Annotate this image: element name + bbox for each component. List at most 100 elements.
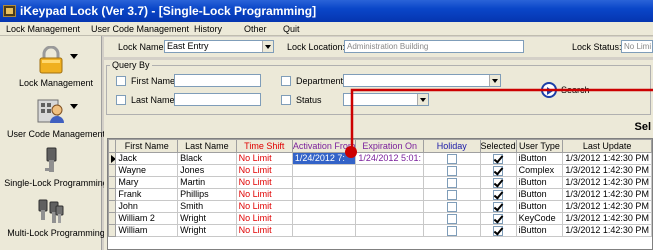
menu-other[interactable]: Other [244, 22, 267, 36]
cell-activation-from[interactable] [291, 164, 357, 177]
cell-last-update[interactable]: 1/3/2012 1:42:30 PM [562, 188, 652, 201]
cell-user-type[interactable]: iButton [515, 152, 564, 165]
column-header-last-update[interactable]: Last Update [562, 139, 652, 153]
sidebar-item-lock-management[interactable]: Lock Management [0, 42, 102, 92]
holiday-checkbox[interactable] [446, 201, 457, 212]
chevron-down-icon[interactable] [417, 94, 428, 105]
cell-expiration-on[interactable] [355, 164, 424, 177]
chevron-down-icon[interactable] [262, 41, 273, 52]
column-header-time-shift[interactable]: Time Shift [235, 139, 293, 153]
cell-holiday[interactable] [422, 200, 481, 213]
cell-time-shift[interactable]: No Limit [235, 188, 293, 201]
first-name-checkbox[interactable] [116, 76, 126, 86]
cell-holiday[interactable] [422, 152, 481, 165]
menu-history[interactable]: History [194, 22, 222, 36]
row-header[interactable] [108, 224, 117, 237]
cell-activation-from[interactable] [291, 224, 357, 237]
cell-user-type[interactable]: iButton [515, 188, 564, 201]
cell-last-name[interactable]: Wright [177, 212, 237, 225]
search-button[interactable]: Search [541, 82, 601, 100]
table-row[interactable]: Wayne Jones No Limit Complex 1/3/2012 1:42:3… [108, 164, 652, 177]
cell-first-name[interactable]: William 2 [115, 212, 179, 225]
cell-selected[interactable] [479, 152, 517, 165]
row-header[interactable] [108, 188, 117, 201]
table-row[interactable]: Frank Phillips No Limit iButton 1/3/2012 1:4… [108, 188, 652, 201]
cell-user-type[interactable]: iButton [515, 200, 564, 213]
cell-expiration-on[interactable] [355, 188, 424, 201]
row-header[interactable] [108, 164, 117, 177]
cell-time-shift[interactable]: No Limit [235, 200, 293, 213]
column-header-selected[interactable]: Selected [479, 139, 517, 153]
cell-user-type[interactable]: KeyCode [515, 212, 564, 225]
row-header[interactable] [108, 200, 117, 213]
cell-holiday[interactable] [422, 212, 481, 225]
cell-first-name[interactable]: Mary [115, 176, 179, 189]
selected-checkbox[interactable] [493, 225, 504, 236]
menu-quit[interactable]: Quit [283, 22, 300, 36]
selected-checkbox[interactable] [493, 201, 504, 212]
cell-selected[interactable] [479, 224, 517, 237]
table-row[interactable]: William 2 Wright No Limit KeyCode 1/3/2012 1… [108, 212, 652, 225]
cell-expiration-on[interactable] [355, 212, 424, 225]
cell-last-update[interactable]: 1/3/2012 1:42:30 PM [562, 152, 652, 165]
column-header-first-name[interactable]: First Name [115, 139, 179, 153]
column-header-last-name[interactable]: Last Name [177, 139, 237, 153]
lock-status-field[interactable]: No Limi [621, 40, 653, 53]
cell-activation-from[interactable] [291, 200, 357, 213]
cell-expiration-on[interactable]: 1/24/2012 5:01: [355, 152, 424, 165]
holiday-checkbox[interactable] [446, 225, 457, 236]
cell-time-shift[interactable]: No Limit [235, 224, 293, 237]
chevron-down-icon[interactable] [489, 75, 500, 86]
cell-last-name[interactable]: Black [177, 152, 237, 165]
table-row[interactable]: William Wright No Limit iButton 1/3/2012 1:4… [108, 224, 652, 237]
cell-expiration-on[interactable] [355, 224, 424, 237]
status-checkbox[interactable] [281, 95, 291, 105]
cell-first-name[interactable]: John [115, 200, 179, 213]
selected-checkbox[interactable] [493, 177, 504, 188]
column-header-user-type[interactable]: User Type [515, 139, 564, 153]
cell-last-update[interactable]: 1/3/2012 1:42:30 PM [562, 224, 652, 237]
cell-holiday[interactable] [422, 176, 481, 189]
column-header-expiration-on[interactable]: Expiration On [355, 139, 424, 153]
cell-last-update[interactable]: 1/3/2012 1:42:30 PM [562, 164, 652, 177]
cell-activation-from[interactable] [291, 176, 357, 189]
cell-last-name[interactable]: Jones [177, 164, 237, 177]
cell-last-update[interactable]: 1/3/2012 1:42:30 PM [562, 200, 652, 213]
department-checkbox[interactable] [281, 76, 291, 86]
selected-checkbox[interactable] [493, 213, 504, 224]
cell-expiration-on[interactable] [355, 176, 424, 189]
cell-first-name[interactable]: Frank [115, 188, 179, 201]
cell-selected[interactable] [479, 212, 517, 225]
cell-last-update[interactable]: 1/3/2012 1:42:30 PM [562, 176, 652, 189]
row-header[interactable] [108, 212, 117, 225]
cell-last-name[interactable]: Smith [177, 200, 237, 213]
menu-lock-management[interactable]: Lock Management [6, 22, 80, 36]
cell-last-update[interactable]: 1/3/2012 1:42:30 PM [562, 212, 652, 225]
cell-user-type[interactable]: iButton [515, 176, 564, 189]
last-name-input[interactable] [174, 93, 261, 106]
cell-activation-from[interactable] [291, 212, 357, 225]
column-header-activation-from[interactable]: Activation From [291, 139, 357, 153]
cell-selected[interactable] [479, 200, 517, 213]
column-header-holiday[interactable]: Holiday [422, 139, 481, 153]
sidebar-item-single-lock-programming[interactable]: Single-Lock Programming [0, 142, 108, 192]
cell-time-shift[interactable]: No Limit [235, 164, 293, 177]
holiday-checkbox[interactable] [446, 165, 457, 176]
cell-user-type[interactable]: Complex [515, 164, 564, 177]
department-select[interactable] [343, 74, 501, 87]
menu-user-code-management[interactable]: User Code Management [91, 22, 189, 36]
holiday-checkbox[interactable] [446, 153, 457, 164]
selected-checkbox[interactable] [493, 165, 504, 176]
cell-first-name[interactable]: Wayne [115, 164, 179, 177]
last-name-checkbox[interactable] [116, 95, 126, 105]
cell-last-name[interactable]: Martin [177, 176, 237, 189]
selected-checkbox[interactable] [493, 153, 504, 164]
cell-expiration-on[interactable] [355, 200, 424, 213]
status-select[interactable] [343, 93, 429, 106]
lock-name-select[interactable]: East Entry [164, 40, 274, 53]
row-header[interactable] [108, 176, 117, 189]
cell-activation-from[interactable] [291, 188, 357, 201]
sidebar-item-multi-lock-programming[interactable]: Multi-Lock Programming [0, 194, 105, 244]
user-grid[interactable]: First Name Last Name Time Shift Activati… [107, 138, 653, 250]
cell-first-name[interactable]: Jack [115, 152, 179, 165]
